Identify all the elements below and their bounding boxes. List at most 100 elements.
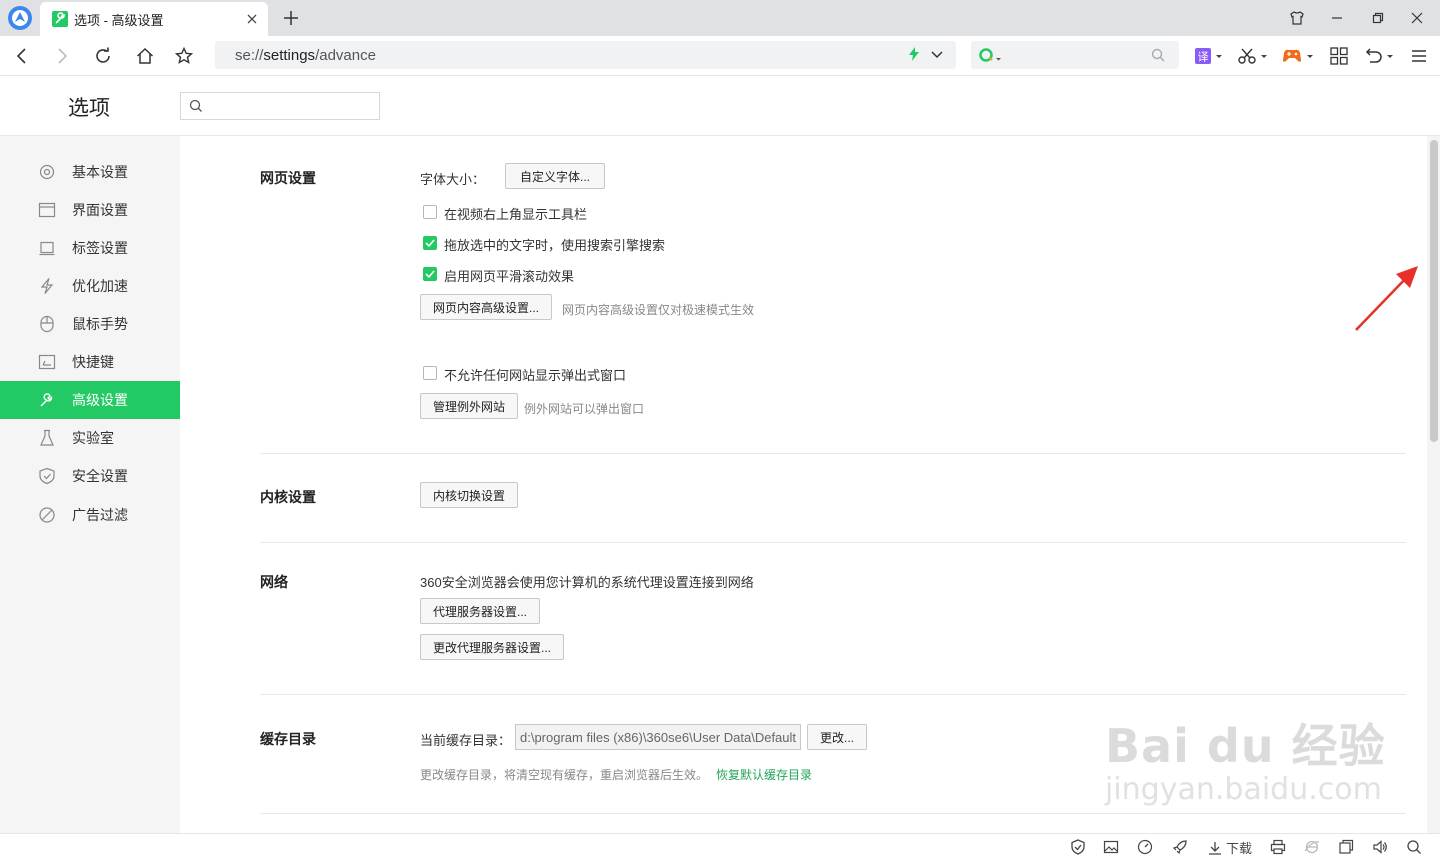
annotation-arrow-icon [1350, 264, 1422, 336]
smooth-scroll-checkbox[interactable] [423, 267, 437, 281]
security-shield-icon[interactable] [1070, 839, 1086, 855]
restore-default-cache-link[interactable]: 恢复默认缓存目录 [716, 766, 812, 783]
tab-bar: 选项 - 高级设置 [0, 0, 1440, 36]
speaker-icon[interactable] [1372, 839, 1388, 855]
new-tab-button[interactable] [280, 7, 302, 29]
advanced-content-hint: 网页内容高级设置仅对极速模式生效 [562, 303, 755, 317]
sidebar-item-label: 安全设置 [72, 468, 128, 484]
section-divider [260, 694, 1406, 695]
close-tab-icon[interactable] [240, 7, 264, 31]
sidebar-item-basic[interactable]: 基本设置 [0, 153, 180, 191]
sidebar-item-shortcuts[interactable]: 快捷键 [0, 343, 180, 381]
section-divider [260, 542, 1406, 543]
skin-shirt-icon[interactable] [1285, 6, 1309, 30]
address-host: settings [263, 46, 316, 64]
block-icon [38, 506, 56, 524]
sidebar-item-label: 标签设置 [72, 240, 128, 256]
sidebar-item-label: 优化加速 [72, 278, 128, 294]
search-engine-icon[interactable] [979, 47, 1003, 63]
settings-wrench-icon [52, 11, 68, 27]
printer-icon[interactable] [1270, 839, 1286, 855]
sidebar-item-mouse-gestures[interactable]: 鼠标手势 [0, 305, 180, 343]
drag-search-checkbox[interactable] [423, 236, 437, 250]
sidebar-item-label: 鼠标手势 [72, 316, 128, 332]
download-icon [1208, 841, 1222, 855]
chevron-down-icon[interactable] [930, 47, 944, 61]
status-bar: 下载 [0, 833, 1440, 860]
apps-grid-icon[interactable] [1327, 44, 1351, 68]
sidebar-item-label: 界面设置 [72, 202, 128, 218]
manage-exceptions-button[interactable]: 管理例外网站 [420, 393, 518, 419]
section-title-webpage: 网页设置 [260, 170, 316, 186]
tab-title: 选项 - 高级设置 [74, 12, 164, 28]
sidebar-item-label: 基本设置 [72, 164, 128, 180]
rocket-icon[interactable] [1172, 839, 1188, 855]
favorite-star-icon[interactable] [172, 44, 196, 68]
section-divider [260, 813, 1406, 814]
custom-font-button[interactable]: 自定义字体... [505, 163, 605, 189]
download-label: 下载 [1226, 841, 1253, 856]
section-title-network: 网络 [260, 574, 288, 590]
options-header: 选项 [0, 76, 1440, 136]
ie-compat-icon[interactable] [1304, 839, 1320, 855]
speed-mode-lightning-icon[interactable] [908, 47, 920, 61]
tab-icon [38, 239, 56, 257]
options-sidebar: 基本设置 界面设置 标签设置 优化加速 鼠标手势 快捷键 高级设置 实验室 安全… [0, 136, 180, 833]
current-cache-label: 当前缓存目录： [420, 733, 512, 748]
advanced-content-settings-button[interactable]: 网页内容高级设置... [420, 294, 552, 320]
page-title: 选项 [68, 97, 110, 120]
proxy-settings-button[interactable]: 代理服务器设置... [420, 598, 540, 624]
tab-settings[interactable]: 选项 - 高级设置 [40, 2, 268, 36]
search-icon [189, 99, 203, 113]
restore-button[interactable] [1366, 6, 1390, 30]
forward-icon[interactable] [50, 44, 74, 68]
browser-logo-icon[interactable] [7, 5, 33, 31]
navigation-toolbar: se://settings/advance 译 [0, 36, 1440, 76]
sidebar-item-lab[interactable]: 实验室 [0, 419, 180, 457]
content-scrollbar[interactable] [1427, 136, 1440, 833]
lightning-icon [38, 277, 56, 295]
change-cache-button[interactable]: 更改... [807, 724, 867, 750]
back-icon[interactable] [10, 44, 34, 68]
change-proxy-settings-button[interactable]: 更改代理服务器设置... [420, 634, 564, 660]
video-toolbar-label: 在视频右上角显示工具栏 [444, 207, 588, 222]
address-path: /advance [315, 46, 376, 64]
address-bar[interactable]: se://settings/advance [215, 41, 956, 69]
minimize-button[interactable] [1325, 6, 1349, 30]
options-search-input[interactable] [180, 92, 380, 120]
zoom-search-icon[interactable] [1406, 839, 1422, 855]
sidebar-item-security[interactable]: 安全设置 [0, 457, 180, 495]
sidebar-item-advanced[interactable]: 高级设置 [0, 381, 180, 419]
sidebar-item-label: 实验室 [72, 430, 114, 446]
settings-content: 网页设置 字体大小： 自定义字体... 在视频右上角显示工具栏 拖放选中的文字时… [180, 136, 1427, 833]
network-description: 360安全浏览器会使用您计算机的系统代理设置连接到网络 [420, 575, 754, 590]
kernel-switch-button[interactable]: 内核切换设置 [420, 482, 518, 508]
video-toolbar-checkbox[interactable] [423, 205, 437, 219]
sidebar-item-label: 快捷键 [72, 354, 114, 370]
menu-hamburger-icon[interactable] [1407, 44, 1431, 68]
sidebar-item-tabs[interactable]: 标签设置 [0, 229, 180, 267]
translate-icon[interactable]: 译 [1195, 44, 1225, 68]
sidebar-item-adblock[interactable]: 广告过滤 [0, 496, 180, 534]
screenshot-scissors-icon[interactable] [1238, 44, 1270, 68]
home-icon[interactable] [133, 44, 157, 68]
image-icon[interactable] [1103, 839, 1119, 855]
window-mode-icon[interactable] [1338, 839, 1354, 855]
download-button[interactable]: 下载 [1208, 838, 1252, 857]
scrollbar-thumb[interactable] [1430, 140, 1438, 442]
gear-icon [38, 163, 56, 181]
refresh-icon[interactable] [91, 44, 115, 68]
window-icon [38, 201, 56, 219]
search-icon[interactable] [1151, 48, 1165, 62]
search-box[interactable] [971, 41, 1179, 69]
smooth-scroll-label: 启用网页平滑滚动效果 [444, 269, 575, 284]
game-controller-icon[interactable] [1282, 44, 1316, 68]
close-window-button[interactable] [1405, 6, 1429, 30]
sidebar-item-optimize[interactable]: 优化加速 [0, 267, 180, 305]
undo-close-tab-icon[interactable] [1364, 44, 1396, 68]
speed-dial-icon[interactable] [1137, 839, 1153, 855]
sidebar-item-interface[interactable]: 界面设置 [0, 191, 180, 229]
block-popups-checkbox[interactable] [423, 366, 437, 380]
drag-search-label: 拖放选中的文字时，使用搜索引擎搜索 [444, 238, 666, 253]
section-title-cache: 缓存目录 [260, 731, 316, 747]
